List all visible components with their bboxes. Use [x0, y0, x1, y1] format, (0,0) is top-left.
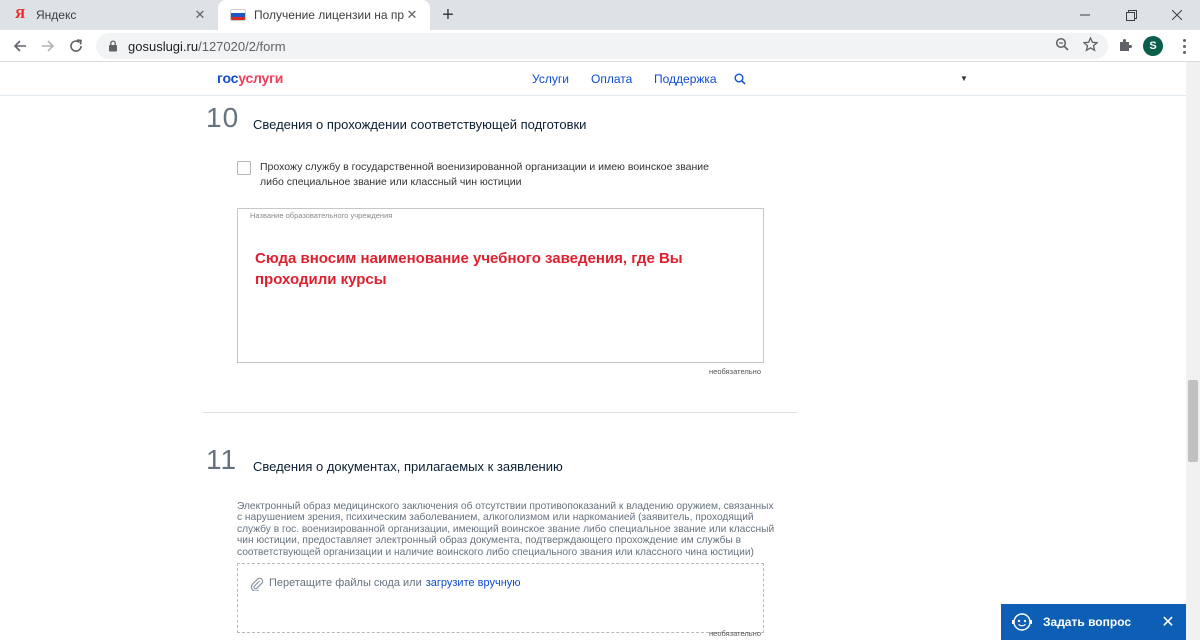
url-text: gosuslugi.ru/127020/2/form: [128, 39, 286, 54]
browser-tab-bar: Я Яндекс ✕ Получение лицензии на приоб ✕…: [0, 0, 1200, 30]
address-bar[interactable]: gosuslugi.ru/127020/2/form: [96, 33, 1108, 59]
ask-question-widget[interactable]: Задать вопрос ✕: [1001, 604, 1186, 640]
reload-icon[interactable]: [64, 34, 88, 58]
url-path: /127020/2/form: [198, 38, 286, 54]
restore-icon[interactable]: [1108, 0, 1154, 30]
section-title: Сведения о прохождении соответствующей п…: [253, 117, 587, 132]
ask-question-label: Задать вопрос: [1043, 615, 1132, 629]
education-institution-field[interactable]: Название образовательного учреждения Сюд…: [237, 208, 764, 363]
tab-gosuslugi[interactable]: Получение лицензии на приоб ✕: [218, 0, 430, 30]
section-divider: [203, 412, 797, 413]
page-content: госуслуги Услуги Оплата Поддержка ▼ 10 С…: [0, 62, 1186, 640]
section-number: 10: [206, 102, 240, 133]
url-host: gosuslugi.ru: [128, 38, 199, 54]
tab-title: Получение лицензии на приоб: [254, 8, 404, 22]
tab-close-icon[interactable]: ✕: [192, 7, 208, 23]
chat-close-icon[interactable]: ✕: [1156, 610, 1180, 634]
browser-toolbar: gosuslugi.ru/127020/2/form S: [0, 30, 1200, 62]
section-number: 11: [206, 444, 238, 475]
profile-avatar[interactable]: S: [1143, 36, 1163, 56]
window-close-icon[interactable]: [1154, 0, 1200, 30]
page-scrollbar[interactable]: [1186, 62, 1200, 640]
zoom-icon[interactable]: [1052, 34, 1072, 54]
field-value: Сюда вносим наименование учебного заведе…: [255, 250, 683, 288]
military-service-checkbox[interactable]: [237, 161, 251, 175]
section-title: Сведения о документах, прилагаемых к зая…: [253, 459, 563, 474]
checkbox-label[interactable]: Прохожу службу в государственной военизи…: [260, 160, 730, 190]
document-description: Электронный образ медицинского заключени…: [237, 501, 775, 558]
support-robot-icon: [1011, 611, 1033, 633]
tab-close-icon[interactable]: ✕: [404, 7, 420, 23]
site-header: госуслуги Услуги Оплата Поддержка ▼: [0, 62, 1186, 96]
browser-menu-icon[interactable]: [1176, 34, 1192, 58]
dropzone-text: Перетащите файлы сюда или загрузите вручн…: [269, 577, 521, 589]
forward-arrow-icon[interactable]: [36, 34, 60, 58]
new-tab-button[interactable]: +: [438, 5, 458, 25]
nav-link-services[interactable]: Услуги: [532, 72, 569, 86]
scrollbar-thumb[interactable]: [1188, 380, 1198, 462]
lock-icon[interactable]: [106, 39, 120, 53]
optional-note: необязательно: [709, 367, 761, 376]
nav-link-support[interactable]: Поддержка: [654, 72, 717, 86]
minimize-icon[interactable]: [1062, 0, 1108, 30]
tab-yandex[interactable]: Я Яндекс ✕: [0, 0, 218, 30]
dropdown-caret-icon[interactable]: ▼: [960, 74, 968, 83]
nav-link-payment[interactable]: Оплата: [591, 72, 632, 86]
optional-note: необязательно: [709, 629, 761, 638]
gosuslugi-logo[interactable]: госуслуги: [217, 70, 283, 86]
file-dropzone[interactable]: Перетащите файлы сюда или загрузите вручн…: [237, 563, 764, 633]
tab-title: Яндекс: [36, 8, 77, 22]
yandex-icon: Я: [14, 7, 26, 22]
russia-flag-icon: [230, 7, 246, 23]
back-arrow-icon[interactable]: [8, 34, 32, 58]
paperclip-icon: [250, 577, 264, 592]
bookmark-star-icon[interactable]: [1080, 34, 1100, 54]
field-placeholder: Название образовательного учреждения: [250, 211, 393, 220]
extensions-puzzle-icon[interactable]: [1114, 34, 1136, 56]
upload-manually-link[interactable]: загрузите вручную: [426, 577, 521, 589]
search-icon[interactable]: [734, 72, 748, 86]
